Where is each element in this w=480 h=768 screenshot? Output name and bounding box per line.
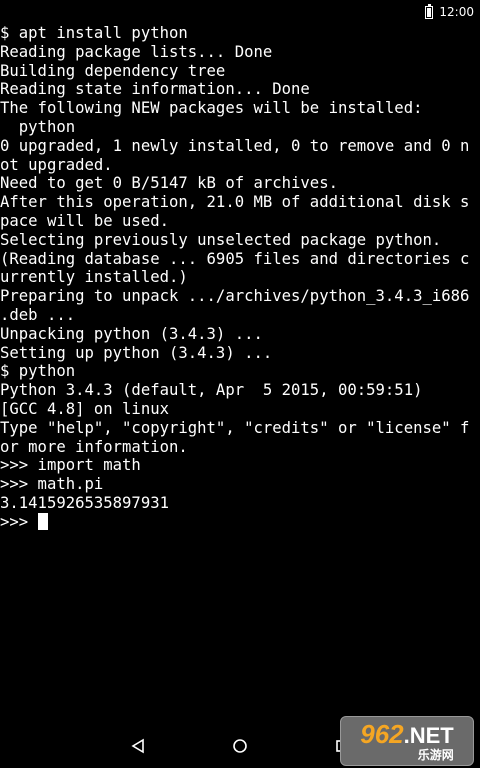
terminal-line: ot upgraded. [0, 155, 113, 174]
battery-icon [425, 3, 434, 19]
terminal-line: >>> import math [0, 456, 141, 475]
terminal-line: 0 upgraded, 1 newly installed, 0 to remo… [0, 136, 470, 155]
terminal-line: pace will be used. [0, 211, 169, 230]
python-prompt: >>> [0, 512, 38, 531]
home-circle-icon [233, 739, 247, 753]
terminal-line: or more information. [0, 437, 188, 456]
watermark-suffix: .NET [403, 723, 454, 748]
terminal-line: Type "help", "copyright", "credits" or "… [0, 418, 470, 437]
terminal-line: (Reading database ... 6905 files and dir… [0, 249, 470, 268]
terminal-line: Unpacking python (3.4.3) ... [0, 324, 263, 343]
terminal-line: Reading package lists... Done [0, 42, 273, 61]
status-icons: 12:00 [425, 0, 474, 24]
status-time: 12:00 [439, 5, 474, 19]
terminal-line: python [0, 117, 76, 136]
terminal-line: Selecting previously unselected package … [0, 230, 442, 249]
terminal-line: .deb ... [0, 305, 76, 324]
terminal-line: >>> math.pi [0, 475, 104, 494]
terminal-prompt-line[interactable]: >>> [0, 512, 480, 532]
terminal-line: $ apt install python [0, 24, 188, 42]
terminal-line: $ python [0, 362, 76, 381]
watermark-logo: 962 .NET 乐游网 [340, 716, 474, 766]
home-button[interactable] [220, 732, 260, 760]
back-button[interactable] [118, 732, 158, 760]
terminal-line: The following NEW packages will be insta… [0, 99, 423, 118]
terminal-line: Need to get 0 B/5147 kB of archives. [0, 174, 338, 193]
terminal-line: Preparing to unpack .../archives/python_… [0, 287, 470, 306]
text-cursor [37, 512, 48, 530]
watermark-subtitle: 乐游网 [417, 748, 454, 762]
status-bar: 12:00 [0, 0, 480, 24]
terminal-line: Setting up python (3.4.3) ... [0, 343, 273, 362]
terminal-output[interactable]: $ apt install python Reading package list… [0, 24, 480, 724]
terminal-line: [GCC 4.8] on linux [0, 399, 169, 418]
terminal-line: After this operation, 21.0 MB of additio… [0, 193, 470, 212]
terminal-line: Python 3.4.3 (default, Apr 5 2015, 00:59… [0, 381, 423, 400]
terminal-line: urrently installed.) [0, 268, 188, 287]
terminal-line: Building dependency tree [0, 61, 226, 80]
back-triangle-icon [131, 738, 144, 754]
terminal-line: Reading state information... Done [0, 80, 310, 99]
terminal-line: 3.1415926535897931 [0, 493, 169, 512]
watermark-brand: 962 [360, 719, 404, 749]
